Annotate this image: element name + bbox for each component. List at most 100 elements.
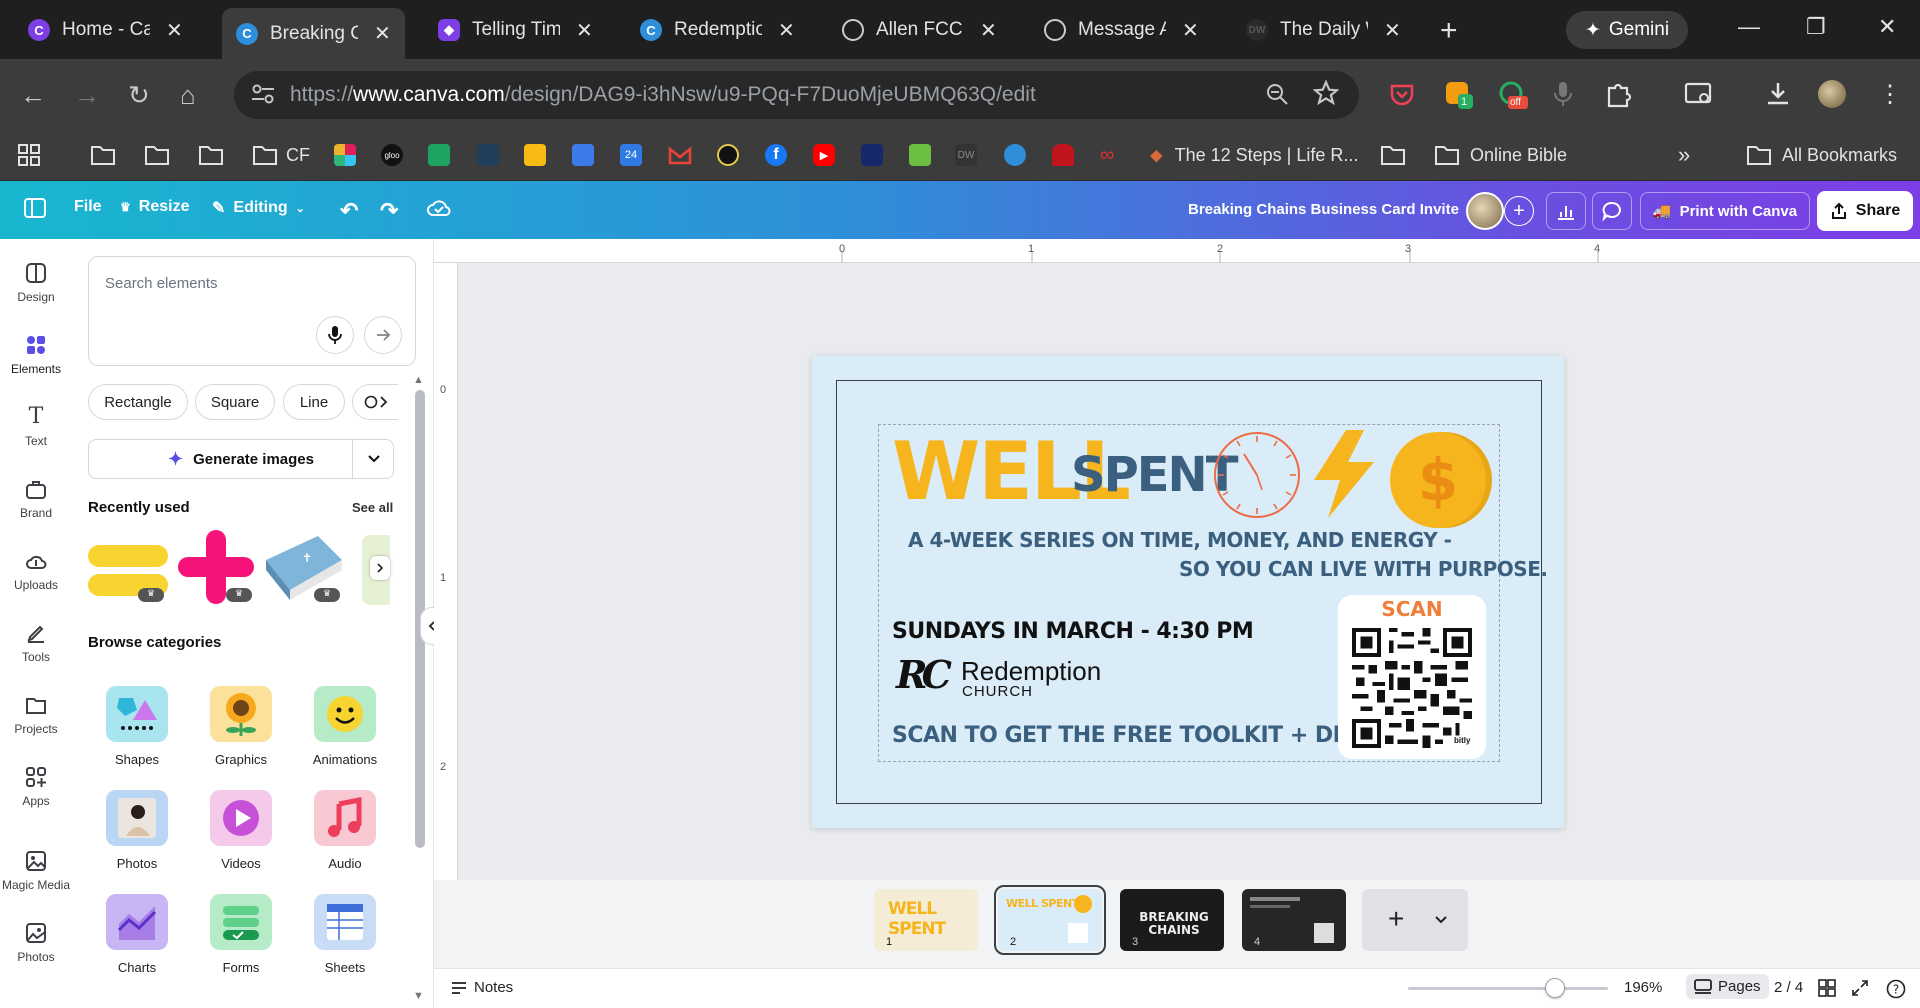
- gmail-bookmark-icon[interactable]: [668, 140, 692, 170]
- close-icon[interactable]: ✕: [374, 21, 391, 46]
- chip-more[interactable]: [352, 384, 398, 420]
- chip-square[interactable]: Square: [195, 384, 275, 420]
- bookmark-folder-icon[interactable]: [144, 140, 170, 170]
- close-icon[interactable]: ✕: [166, 18, 183, 43]
- cloud-saved-icon[interactable]: [426, 198, 452, 218]
- close-icon[interactable]: ✕: [778, 18, 795, 43]
- search-elements-box[interactable]: [88, 256, 416, 366]
- event-time-text[interactable]: SUNDAYS IN MARCH - 4:30 PM: [892, 619, 1254, 644]
- extension-orange-icon[interactable]: 1: [1444, 80, 1473, 109]
- minimize-icon[interactable]: —: [1738, 14, 1760, 40]
- gemini-button[interactable]: ✦ Gemini: [1566, 11, 1688, 49]
- rail-tools[interactable]: Tools: [0, 622, 72, 664]
- rail-projects[interactable]: Projects: [0, 694, 72, 736]
- resize-menu[interactable]: ♛ Resize: [120, 198, 189, 216]
- site-settings-icon[interactable]: [250, 83, 276, 105]
- close-icon[interactable]: ✕: [980, 18, 997, 43]
- zoom-level[interactable]: 196%: [1624, 979, 1662, 996]
- dw-bookmark-icon[interactable]: DW: [955, 140, 977, 170]
- docs-bookmark-icon[interactable]: [572, 140, 594, 170]
- bookmark-12-steps[interactable]: ⬥ The 12 Steps | Life R...: [1150, 140, 1358, 170]
- generate-images-button[interactable]: ✦ Generate images: [88, 439, 394, 479]
- tab-home-canva[interactable]: C Home - Canva ✕: [14, 8, 197, 52]
- rail-photos[interactable]: Photos: [0, 922, 72, 964]
- bookmark-online-bible[interactable]: Online Bible: [1434, 140, 1567, 170]
- rc-bookmark-icon[interactable]: [717, 140, 739, 170]
- tree-bookmark-icon[interactable]: [477, 140, 499, 170]
- subtitle-line-2[interactable]: SO YOU CAN LIVE WITH PURPOSE.: [1179, 557, 1548, 581]
- keep-bookmark-icon[interactable]: [524, 140, 546, 170]
- coin-icon[interactable]: $: [1384, 428, 1494, 532]
- add-page-button[interactable]: +: [1362, 889, 1468, 951]
- qr-code-image[interactable]: [1352, 628, 1472, 748]
- red-bookmark-icon[interactable]: [1052, 140, 1074, 170]
- rail-apps[interactable]: Apps: [0, 766, 72, 808]
- close-icon[interactable]: ✕: [576, 18, 593, 43]
- page-thumbnail-3[interactable]: BREAKING CHAINS 3: [1120, 889, 1224, 951]
- apps-grid-icon[interactable]: [18, 140, 40, 170]
- church-subtitle[interactable]: CHURCH: [962, 683, 1033, 700]
- more-bookmarks-icon[interactable]: »: [1678, 140, 1690, 170]
- calendar-bookmark-icon[interactable]: 24: [620, 140, 642, 170]
- share-button[interactable]: Share: [1817, 191, 1913, 231]
- voice-search-button[interactable]: [316, 316, 354, 354]
- rail-elements[interactable]: Elements: [0, 334, 72, 376]
- comments-button[interactable]: [1592, 192, 1632, 230]
- chip-rectangle[interactable]: Rectangle: [88, 384, 188, 420]
- close-icon[interactable]: ✕: [1182, 18, 1199, 43]
- bookmark-all-bookmarks[interactable]: All Bookmarks: [1746, 140, 1897, 170]
- generate-options-dropdown[interactable]: [352, 439, 394, 479]
- document-title[interactable]: Breaking Chains Business Card Invite: [1188, 201, 1459, 218]
- window-close-icon[interactable]: ✕: [1878, 14, 1896, 40]
- tab-message[interactable]: Message Ar ✕: [1030, 8, 1213, 52]
- scroll-up-arrow-icon[interactable]: ▲: [413, 374, 424, 386]
- rail-magic-media[interactable]: Magic Media: [0, 850, 72, 892]
- home-icon[interactable]: ⌂: [180, 80, 196, 111]
- rail-text[interactable]: T Text: [0, 406, 72, 449]
- scroll-down-arrow-icon[interactable]: ▼: [413, 990, 424, 1002]
- category-graphics[interactable]: Graphics: [196, 686, 286, 767]
- zoom-icon[interactable]: [1265, 82, 1289, 106]
- bookmark-folder-cf[interactable]: CF: [252, 140, 310, 170]
- youtube-bookmark-icon[interactable]: ▶: [813, 140, 835, 170]
- tab-allen-fcc[interactable]: Allen FCC - C ✕: [828, 8, 1011, 52]
- add-collaborator-button[interactable]: +: [1504, 196, 1534, 226]
- category-sheets[interactable]: Sheets: [300, 894, 390, 975]
- lightning-bolt-icon[interactable]: [1306, 428, 1382, 520]
- category-animations[interactable]: Animations: [300, 686, 390, 767]
- category-photos[interactable]: Photos: [92, 790, 182, 871]
- extension-timer-icon[interactable]: off: [1498, 80, 1528, 109]
- url-bar[interactable]: https://www.canva.com/design/DAG9-i3hNsw…: [234, 71, 1359, 119]
- chip-line[interactable]: Line: [283, 384, 345, 420]
- tab-telling-time[interactable]: ◆ Telling Time ✕: [424, 8, 607, 52]
- forward-icon[interactable]: →: [74, 80, 100, 111]
- close-icon[interactable]: ✕: [1384, 18, 1401, 43]
- new-tab-button[interactable]: +: [1440, 14, 1458, 48]
- category-audio[interactable]: Audio: [300, 790, 390, 871]
- qr-scan-label[interactable]: SCAN: [1338, 597, 1486, 621]
- ui-bookmark-icon[interactable]: [861, 140, 883, 170]
- scan-cta-text[interactable]: SCAN TO GET THE FREE TOOLKIT + DETAILS: [892, 723, 1414, 748]
- fullscreen-icon[interactable]: [1851, 979, 1869, 997]
- insights-button[interactable]: [1546, 192, 1586, 230]
- page-thumbnail-2[interactable]: WELL SPENT 2: [994, 885, 1106, 955]
- church-logo-mark[interactable]: RC: [896, 656, 952, 694]
- rail-design[interactable]: Design: [0, 262, 72, 304]
- bookmark-folder-icon[interactable]: [90, 140, 116, 170]
- bookmark-star-icon[interactable]: [1313, 80, 1339, 106]
- restore-icon[interactable]: ❐: [1806, 14, 1826, 40]
- sidebar-toggle-icon[interactable]: [24, 198, 46, 218]
- pages-button[interactable]: Pages: [1686, 974, 1769, 999]
- slack-bookmark-icon[interactable]: [334, 140, 356, 170]
- facebook-bookmark-icon[interactable]: f: [765, 140, 787, 170]
- redo-icon[interactable]: ↷: [380, 198, 398, 224]
- rail-brand[interactable]: Brand: [0, 478, 72, 520]
- sheets-green-bookmark-icon[interactable]: [428, 140, 450, 170]
- clock-icon[interactable]: [1212, 430, 1302, 520]
- category-charts[interactable]: Charts: [92, 894, 182, 975]
- zoom-slider-track[interactable]: [1408, 987, 1608, 990]
- browser-menu-icon[interactable]: ⋮: [1876, 80, 1904, 108]
- grid-view-icon[interactable]: [1818, 979, 1836, 997]
- recent-yellow-bar-top[interactable]: [88, 545, 168, 567]
- microphone-icon[interactable]: [1551, 80, 1579, 108]
